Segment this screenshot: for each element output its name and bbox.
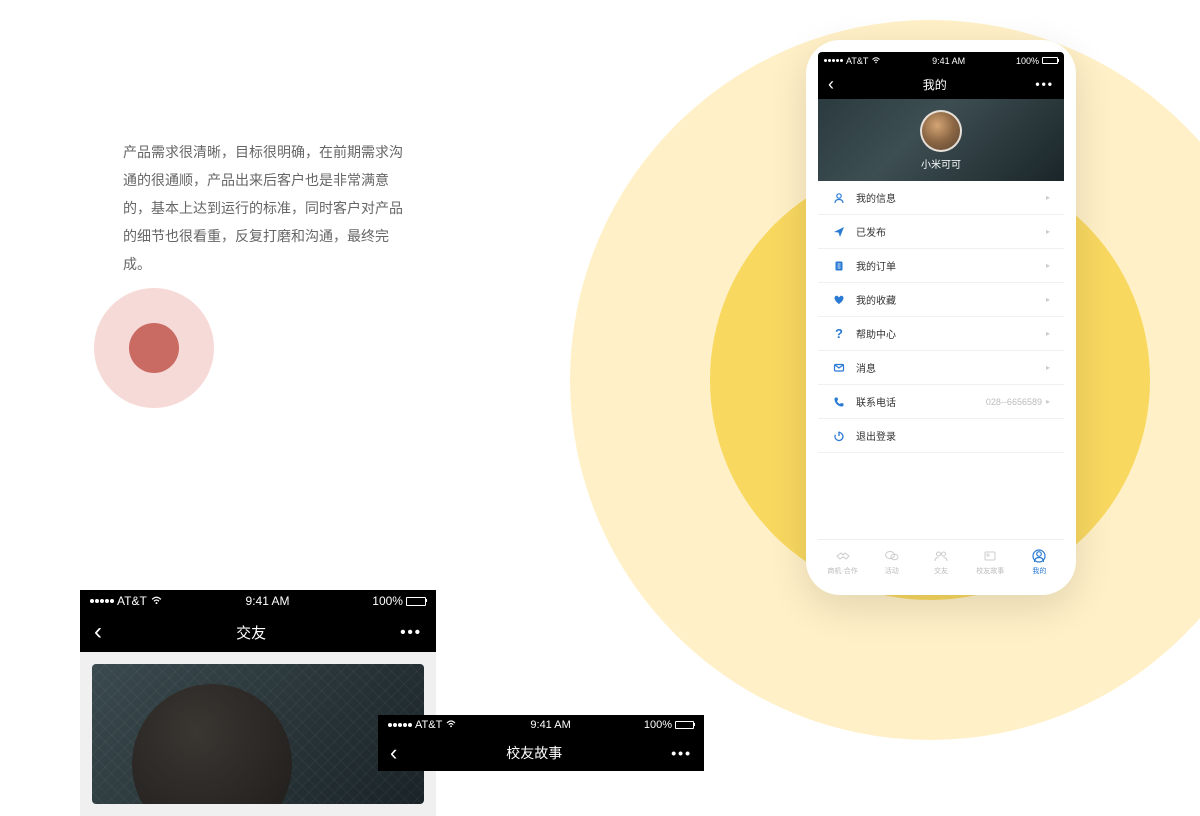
username: 小米可可 [921, 156, 961, 171]
menu-logout[interactable]: 退出登录 [818, 419, 1064, 453]
chevron-right-icon: ▸ [1046, 227, 1050, 236]
chevron-right-icon: ▸ [1046, 397, 1050, 406]
image-card[interactable] [92, 664, 424, 804]
chat-icon [884, 548, 900, 564]
tab-label: 校友故事 [976, 566, 1004, 576]
chevron-right-icon: ▸ [1046, 329, 1050, 338]
nav-bar: ‹ 校友故事 ••• [378, 735, 704, 771]
wifi-icon [871, 56, 881, 66]
send-icon [832, 225, 846, 239]
menu-my-info[interactable]: 我的信息 ▸ [818, 181, 1064, 215]
menu-label: 我的收藏 [856, 292, 1046, 307]
tab-label: 商机·合作 [827, 566, 857, 576]
user-icon [1031, 548, 1047, 564]
battery-label: 100% [372, 594, 403, 608]
tab-label: 活动 [885, 566, 899, 576]
description-text: 产品需求很清晰，目标很明确，在前期需求沟通的很通顺，产品出来后客户也是非常满意的… [123, 138, 403, 278]
menu-label: 帮助中心 [856, 326, 1046, 341]
nav-title: 校友故事 [506, 743, 562, 763]
chevron-right-icon: ▸ [1046, 295, 1050, 304]
wifi-icon [150, 594, 163, 608]
menu-list: 我的信息 ▸ 已发布 ▸ 我的订单 ▸ 我的收藏 ▸ ? 帮助中心 ▸ [818, 181, 1064, 539]
message-icon [832, 361, 846, 375]
chevron-right-icon: ▸ [1046, 363, 1050, 372]
battery-label: 100% [644, 719, 672, 731]
tab-label: 我的 [1032, 566, 1046, 576]
more-icon[interactable]: ••• [400, 624, 422, 641]
handshake-icon [835, 548, 851, 564]
wifi-icon [445, 719, 457, 731]
nav-title: 我的 [923, 76, 947, 93]
battery-icon [675, 721, 694, 729]
menu-favorites[interactable]: 我的收藏 ▸ [818, 283, 1064, 317]
tab-mine[interactable]: 我的 [1015, 540, 1064, 583]
phone-friends: AT&T 9:41 AM 100% ‹ 交友 ••• [80, 590, 436, 816]
menu-phone[interactable]: 联系电话 028--6656589 ▸ [818, 385, 1064, 419]
menu-published[interactable]: 已发布 ▸ [818, 215, 1064, 249]
phone-screen: AT&T 9:41 AM 100% ‹ 我的 ••• 小米可可 我的信息 [818, 52, 1064, 583]
tab-friends[interactable]: 交友 [916, 540, 965, 583]
tab-bar: 商机·合作 活动 交友 校友故事 我的 [818, 539, 1064, 583]
chevron-right-icon: ▸ [1046, 193, 1050, 202]
menu-messages[interactable]: 消息 ▸ [818, 351, 1064, 385]
accent-dot-inner [129, 323, 179, 373]
status-bar: AT&T 9:41 AM 100% [80, 590, 436, 612]
carrier-label: AT&T [846, 56, 868, 66]
avatar[interactable] [920, 110, 962, 152]
tab-business[interactable]: 商机·合作 [818, 540, 867, 583]
profile-header: 小米可可 [818, 99, 1064, 181]
menu-help[interactable]: ? 帮助中心 ▸ [818, 317, 1064, 351]
carrier-label: AT&T [415, 719, 442, 731]
heart-icon [832, 293, 846, 307]
menu-label: 消息 [856, 360, 1046, 375]
back-icon[interactable]: ‹ [390, 740, 397, 766]
more-icon[interactable]: ••• [671, 745, 692, 761]
nav-title: 交友 [236, 622, 266, 643]
time-label: 9:41 AM [932, 56, 965, 66]
time-label: 9:41 AM [530, 719, 570, 731]
back-icon[interactable]: ‹ [828, 74, 834, 95]
chevron-right-icon: ▸ [1046, 261, 1050, 270]
tab-label: 交友 [934, 566, 948, 576]
menu-label: 已发布 [856, 224, 1046, 239]
phone-icon [832, 395, 846, 409]
people-icon [933, 548, 949, 564]
status-bar: AT&T 9:41 AM 100% [378, 715, 704, 735]
card-icon [982, 548, 998, 564]
menu-label: 联系电话 [856, 394, 986, 409]
menu-value: 028--6656589 [986, 397, 1042, 407]
nav-bar: ‹ 我的 ••• [818, 69, 1064, 99]
menu-label: 我的信息 [856, 190, 1046, 205]
question-icon: ? [832, 327, 846, 341]
tab-stories[interactable]: 校友故事 [966, 540, 1015, 583]
more-icon[interactable]: ••• [1035, 77, 1054, 91]
battery-label: 100% [1016, 56, 1039, 66]
battery-icon [1042, 57, 1058, 64]
back-icon[interactable]: ‹ [94, 618, 102, 646]
battery-icon [406, 597, 426, 606]
phone-profile: AT&T 9:41 AM 100% ‹ 我的 ••• 小米可可 我的信息 [806, 40, 1076, 595]
power-icon [832, 429, 846, 443]
document-icon [832, 259, 846, 273]
carrier-label: AT&T [117, 594, 147, 608]
person-icon [832, 191, 846, 205]
tab-activity[interactable]: 活动 [867, 540, 916, 583]
menu-orders[interactable]: 我的订单 ▸ [818, 249, 1064, 283]
status-bar: AT&T 9:41 AM 100% [818, 52, 1064, 69]
menu-label: 我的订单 [856, 258, 1046, 273]
menu-label: 退出登录 [856, 428, 1050, 443]
nav-bar: ‹ 交友 ••• [80, 612, 436, 652]
time-label: 9:41 AM [246, 594, 290, 608]
